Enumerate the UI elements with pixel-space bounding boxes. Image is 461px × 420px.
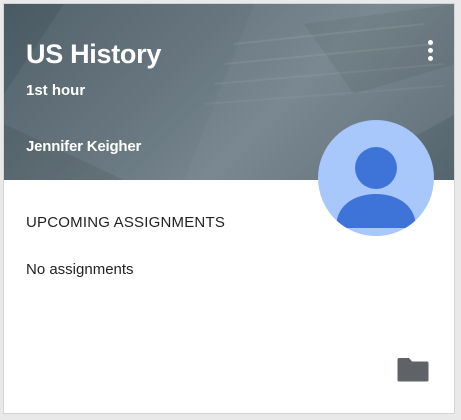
- no-assignments-text: No assignments: [26, 261, 134, 278]
- class-title[interactable]: US History: [26, 38, 161, 70]
- class-folder-button[interactable]: [396, 354, 430, 384]
- folder-icon: [397, 358, 429, 382]
- upcoming-assignments-heading: UPCOMING ASSIGNMENTS: [26, 214, 226, 231]
- person-icon: [336, 147, 416, 228]
- class-section: 1st hour: [26, 82, 86, 99]
- more-options-button[interactable]: [416, 34, 444, 68]
- class-card[interactable]: US History 1st hour Jennifer Keigher UPC…: [3, 3, 455, 414]
- teacher-name: Jennifer Keigher: [26, 138, 142, 155]
- teacher-avatar: [318, 120, 434, 236]
